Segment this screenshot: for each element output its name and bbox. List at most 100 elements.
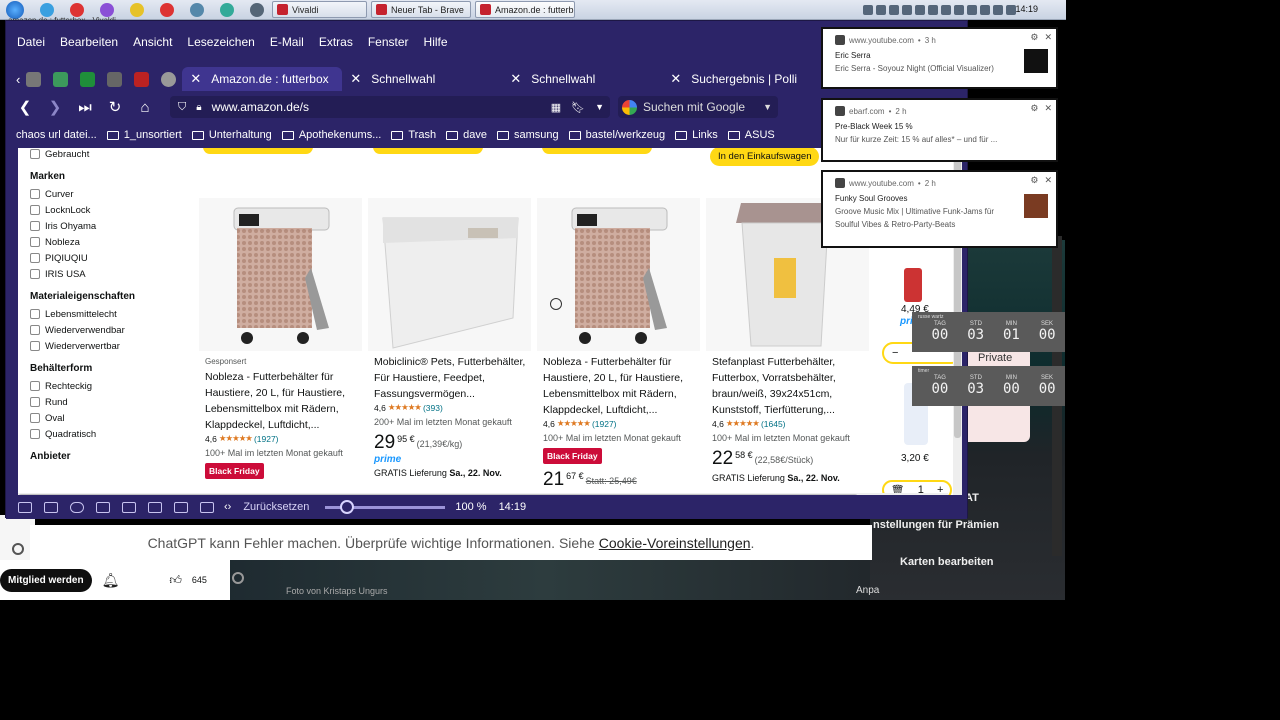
- app-3-icon[interactable]: [100, 2, 114, 17]
- bookmark-folder[interactable]: Unterhaltung: [191, 129, 272, 141]
- taskbar-tab-brave[interactable]: Neuer Tab - Brave: [371, 1, 471, 18]
- filter-brand[interactable]: LocknLock: [30, 202, 188, 218]
- app-5-icon[interactable]: [160, 2, 174, 17]
- taskbar-tab-amazon[interactable]: Amazon.de : futterb...: [475, 1, 575, 18]
- qr-icon[interactable]: ▦: [551, 101, 561, 114]
- bookmark-folder[interactable]: Trash: [391, 129, 436, 141]
- countdown-widget[interactable]: russe wartz TAG STD MIN SEK 00 03 01 00: [912, 312, 1065, 352]
- edit-cards-link[interactable]: Karten bearbeiten: [900, 556, 994, 568]
- countdown-widget[interactable]: timer TAG STD MIN SEK 00 03 00 00: [912, 366, 1065, 406]
- product-title[interactable]: Nobleza - Futterbehälter für Haustiere, …: [543, 354, 700, 418]
- tray-icon[interactable]: [993, 5, 1003, 15]
- panel-toggle-icon[interactable]: [18, 501, 32, 513]
- close-icon[interactable]: ✕: [1044, 32, 1052, 43]
- tray-icon[interactable]: [928, 5, 938, 15]
- checkbox[interactable]: [30, 397, 40, 407]
- zoom-slider[interactable]: [325, 499, 446, 514]
- calendar-icon[interactable]: [122, 501, 136, 513]
- bookmark-folder[interactable]: bastel/werkzeug: [568, 129, 665, 141]
- filter-brand[interactable]: Iris Ohyama: [30, 218, 188, 234]
- tray-icon[interactable]: [876, 5, 886, 15]
- product-title[interactable]: Stefanplast Futterbehälter, Futterbox, V…: [712, 354, 869, 418]
- pinned-tab-icon[interactable]: [134, 71, 150, 87]
- product-image[interactable]: [537, 198, 700, 351]
- notification-3[interactable]: www.youtube.com • 2 h Funky Soul Grooves G…: [821, 170, 1058, 248]
- close-tab-icon[interactable]: ✕: [510, 71, 521, 87]
- cookie-settings-link[interactable]: Cookie-Voreinstellungen: [599, 535, 751, 551]
- bookmark-folder[interactable]: ASUS: [727, 129, 775, 141]
- cloud-icon[interactable]: [70, 501, 84, 513]
- filter-shape[interactable]: Quadratisch: [30, 426, 188, 442]
- settings-icon[interactable]: ⚙: [1030, 175, 1038, 186]
- settings-icon[interactable]: ⚙: [1030, 32, 1038, 43]
- close-tab-icon[interactable]: ✕: [190, 71, 201, 87]
- bookmark-folder[interactable]: dave: [446, 129, 487, 141]
- settings-icon[interactable]: [12, 543, 24, 555]
- menu-extras[interactable]: Extras: [319, 35, 353, 49]
- product-image[interactable]: [199, 198, 362, 351]
- fast-forward-icon[interactable]: ⏭: [74, 96, 96, 118]
- checkbox[interactable]: [30, 237, 40, 247]
- tray-icon[interactable]: [863, 5, 873, 15]
- bookmark-folder[interactable]: Apothekenums...: [281, 129, 381, 141]
- tab-suchergebnis[interactable]: ✕ Suchergebnis | Polli: [662, 67, 822, 91]
- checkbox[interactable]: [30, 325, 40, 335]
- clock[interactable]: 14:19: [1015, 4, 1038, 14]
- product-card[interactable]: Mobiclinic® Pets, Futterbehälter, Für Ha…: [368, 198, 531, 498]
- filter-material[interactable]: Wiederverwertbar: [30, 338, 188, 354]
- capture-icon[interactable]: [148, 501, 162, 513]
- shield-icon[interactable]: ⛉: [178, 101, 186, 114]
- home-icon[interactable]: ⌂: [134, 96, 156, 118]
- filter-brand[interactable]: IRIS USA: [30, 266, 188, 282]
- forward-icon[interactable]: ❯: [44, 96, 66, 118]
- filter-used[interactable]: Gebraucht: [30, 148, 188, 162]
- menu-bearbeiten[interactable]: Bearbeiten: [60, 35, 118, 49]
- bookmark-icon[interactable]: 🔖︎: [571, 101, 585, 114]
- product-rating[interactable]: 4,6 ★★★★★ (1645): [712, 418, 869, 429]
- tray-icon[interactable]: [980, 5, 990, 15]
- pinned-tab-icon[interactable]: [26, 71, 42, 87]
- notification-1[interactable]: www.youtube.com • 3 h Eric Serra Eric Serr…: [821, 27, 1058, 89]
- search-field[interactable]: Suchen mit Google ▼: [618, 96, 778, 118]
- product-thumbnail[interactable]: [904, 268, 922, 302]
- bookmark-item[interactable]: chaos url datei...: [16, 129, 97, 141]
- checkbox[interactable]: [30, 149, 40, 159]
- tab-amazon[interactable]: ✕ Amazon.de : futterbox: [182, 67, 343, 91]
- app-2-icon[interactable]: [70, 2, 84, 17]
- product-title[interactable]: Mobiclinic® Pets, Futterbehälter, Für Ha…: [374, 354, 531, 402]
- image-icon[interactable]: [200, 501, 214, 513]
- bookmark-folder[interactable]: 1_unsortiert: [106, 129, 182, 141]
- menu-ansicht[interactable]: Ansicht: [133, 35, 172, 49]
- like-icon[interactable]: 👍︎: [169, 573, 182, 588]
- filter-brand[interactable]: Nobleza: [30, 234, 188, 250]
- dropdown-icon[interactable]: ▼: [595, 102, 604, 112]
- settings-icon[interactable]: ⚙: [1030, 103, 1038, 114]
- taskbar-tab-vivaldi[interactable]: Vivaldi: [272, 1, 367, 18]
- pinned-tab-icon[interactable]: [80, 71, 96, 87]
- search-dropdown-icon[interactable]: ▼: [763, 102, 772, 112]
- filter-shape[interactable]: Rechteckig: [30, 378, 188, 394]
- back-icon[interactable]: ❮: [14, 96, 36, 118]
- app-7-icon[interactable]: [220, 2, 234, 17]
- pinned-tab-icon[interactable]: [107, 71, 123, 87]
- filter-shape[interactable]: Oval: [30, 410, 188, 426]
- pinned-tab-icon[interactable]: [161, 71, 177, 87]
- menu-email[interactable]: E-Mail: [270, 35, 304, 49]
- menu-datei[interactable]: Datei: [17, 35, 45, 49]
- menu-lesezeichen[interactable]: Lesezeichen: [187, 35, 254, 49]
- checkbox[interactable]: [30, 309, 40, 319]
- product-rating[interactable]: 4,6 ★★★★★ (1927): [543, 418, 700, 429]
- bookmark-folder[interactable]: samsung: [496, 129, 559, 141]
- tab-schnellwahl[interactable]: ✕ Schnellwahl: [342, 67, 502, 91]
- tab-schnellwahl-2[interactable]: ✕ Schnellwahl: [502, 67, 662, 91]
- praemien-link[interactable]: nstellungen für Prämien: [873, 519, 999, 531]
- checkbox[interactable]: [30, 413, 40, 423]
- bookmark-folder[interactable]: Links: [675, 129, 718, 141]
- menu-fenster[interactable]: Fenster: [368, 35, 409, 49]
- app-1-icon[interactable]: [40, 2, 54, 17]
- product-rating[interactable]: 4,6 ★★★★★ (393): [374, 402, 531, 413]
- filter-shape[interactable]: Rund: [30, 394, 188, 410]
- checkbox[interactable]: [30, 341, 40, 351]
- tray-icon[interactable]: [915, 5, 925, 15]
- product-card[interactable]: Gesponsert Nobleza - Futterbehälter für …: [199, 198, 362, 498]
